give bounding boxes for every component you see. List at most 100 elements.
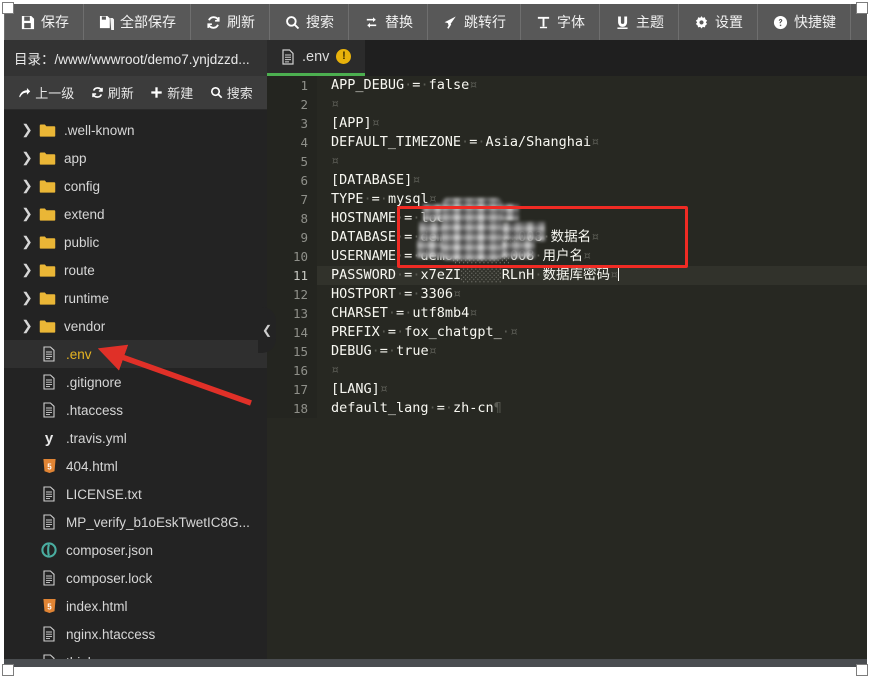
toolbar-button-goto-line[interactable]: 跳转行 <box>428 4 521 40</box>
tree-file-item[interactable]: composer.lock <box>4 564 267 592</box>
toolbar-label: 刷新 <box>227 12 255 32</box>
line-content: CHARSET·=·utf8mb4¤ <box>317 304 477 323</box>
panel-collapse-handle[interactable]: ❮ <box>258 307 276 353</box>
line-content: [LANG]¤ <box>317 380 388 399</box>
line-content: PREFIX·=·fox_chatgpt_·¤ <box>317 323 518 342</box>
line-number: 7 <box>267 190 317 209</box>
tree-folder-item[interactable]: ❯.well-known <box>4 116 267 144</box>
search-icon <box>284 14 300 30</box>
refresh-icon <box>91 86 104 99</box>
help-question-icon <box>772 14 788 30</box>
tree-item-label: config <box>64 179 100 194</box>
tree-file-item[interactable]: 5index.html <box>4 592 267 620</box>
folder-icon <box>38 233 56 251</box>
toolbar-button-save-all[interactable]: 全部保存 <box>84 4 191 40</box>
replace-icon <box>363 14 379 30</box>
tree-file-item[interactable]: MP_verify_b1oEskTwetIC8G... <box>4 508 267 536</box>
tab-env-file[interactable]: .env ! <box>267 40 365 76</box>
line-number: 18 <box>267 399 317 418</box>
chevron-right-icon[interactable]: ❯ <box>20 290 34 306</box>
tree-search-button[interactable]: 搜索 <box>210 83 253 102</box>
toolbar-button-settings[interactable]: 设置 <box>679 4 758 40</box>
tree-file-item[interactable]: .env <box>4 340 267 368</box>
toolbar-button-save[interactable]: 保存 <box>4 4 84 40</box>
toolbar-label: 设置 <box>715 12 743 32</box>
toolbar-button-shortcuts[interactable]: 快捷键 <box>758 4 851 40</box>
tree-item-label: LICENSE.txt <box>66 487 142 502</box>
code-line: 7TYPE·=·mysql¤ <box>267 190 867 209</box>
code-line: 15DEBUG·=·true¤ <box>267 342 867 361</box>
line-content: [DATABASE]¤ <box>317 171 420 190</box>
tree-refresh-label: 刷新 <box>108 83 134 102</box>
code-line: 1APP_DEBUG·=·false¤ <box>267 76 867 95</box>
up-level-label: 上一级 <box>35 83 74 102</box>
composer-icon <box>40 541 58 559</box>
resize-handle-top-right[interactable] <box>856 2 868 14</box>
yaml-y-icon: y <box>40 429 58 447</box>
tree-file-item[interactable]: LICENSE.txt <box>4 480 267 508</box>
new-file-button[interactable]: 新建 <box>150 83 193 102</box>
toolbar-label: 字体 <box>557 12 585 32</box>
chevron-right-icon[interactable]: ❯ <box>20 178 34 194</box>
code-line: 17[LANG]¤ <box>267 380 867 399</box>
up-level-button[interactable]: 上一级 <box>18 83 74 102</box>
tree-file-item[interactable]: y.travis.yml <box>4 424 267 452</box>
toolbar-label: 跳转行 <box>464 12 506 32</box>
folder-icon <box>38 261 56 279</box>
theme-icon <box>614 14 630 30</box>
tree-file-item[interactable]: .gitignore <box>4 368 267 396</box>
code-editor[interactable]: 1APP_DEBUG·=·false¤2¤3[APP]¤4DEFAULT_TIM… <box>267 76 867 667</box>
code-line: 12HOSTPORT·=·3306¤ <box>267 285 867 304</box>
resize-handle-top-left[interactable] <box>2 2 14 14</box>
toolbar-label: 主题 <box>636 12 664 32</box>
chevron-right-icon[interactable]: ❯ <box>20 318 34 334</box>
tree-folder-item[interactable]: ❯ config <box>4 172 267 200</box>
goto-line-icon <box>442 14 458 30</box>
toolbar-button-search[interactable]: 搜索 <box>270 4 349 40</box>
toolbar-button-replace[interactable]: 替换 <box>349 4 428 40</box>
tree-file-item[interactable]: .htaccess <box>4 396 267 424</box>
line-content: APP_DEBUG·=·false¤ <box>317 76 477 95</box>
tree-refresh-button[interactable]: 刷新 <box>91 83 134 102</box>
chevron-right-icon[interactable]: ❯ <box>20 150 34 166</box>
line-number: 8 <box>267 209 317 228</box>
toolbar-button-font[interactable]: 字体 <box>521 4 600 40</box>
toolbar-button-refresh[interactable]: 刷新 <box>191 4 270 40</box>
chevron-right-icon[interactable]: ❯ <box>20 122 34 138</box>
line-number: 12 <box>267 285 317 304</box>
resize-handle-bottom-right[interactable] <box>856 664 868 676</box>
folder-icon <box>38 205 56 223</box>
toolbar-button-theme[interactable]: 主题 <box>600 4 679 40</box>
tree-item-label: .gitignore <box>66 375 122 390</box>
new-file-label: 新建 <box>167 83 193 102</box>
file-doc-icon <box>40 401 58 419</box>
tree-folder-item[interactable]: ❯ extend <box>4 200 267 228</box>
tree-file-item[interactable]: composer.json <box>4 536 267 564</box>
line-content: USERNAME·=·demo░░░░░░░008·用户名¤ <box>317 247 591 266</box>
tree-item-label: extend <box>64 207 105 222</box>
resize-handle-bottom-left[interactable] <box>2 664 14 676</box>
tree-folder-item[interactable]: ❯app <box>4 144 267 172</box>
directory-path-bar[interactable]: 目录：/www/wwwroot/demo7.ynjdzzd... <box>4 40 267 76</box>
html5-icon: 5 <box>40 457 58 475</box>
tree-file-item[interactable]: nginx.htaccess <box>4 620 267 648</box>
svg-text:5: 5 <box>47 602 52 611</box>
tree-folder-item[interactable]: ❯runtime <box>4 284 267 312</box>
tree-file-item[interactable]: 5404.html <box>4 452 267 480</box>
arrow-up-level-icon <box>18 86 31 99</box>
file-doc-icon <box>40 345 58 363</box>
tree-folder-item[interactable]: ❯vendor <box>4 312 267 340</box>
code-line: 10USERNAME·=·demo░░░░░░░008·用户名¤ <box>267 247 867 266</box>
chevron-right-icon[interactable]: ❯ <box>20 262 34 278</box>
window-bottom-strip <box>4 659 867 667</box>
tree-folder-item[interactable]: ❯route <box>4 256 267 284</box>
unsaved-warning-badge: ! <box>336 49 351 64</box>
line-content: PASSWORD·=·x7eZI░░░░░RLnH·数据库密码¤ <box>317 266 619 285</box>
editor-panel: .env ! 1APP_DEBUG·=·false¤2¤3[APP]¤4DEFA… <box>267 40 867 667</box>
chevron-right-icon[interactable]: ❯ <box>20 234 34 250</box>
code-line: 2¤ <box>267 95 867 114</box>
toolbar-label: 保存 <box>41 12 69 32</box>
chevron-right-icon[interactable]: ❯ <box>20 206 34 222</box>
line-content: [APP]¤ <box>317 114 380 133</box>
tree-folder-item[interactable]: ❯public <box>4 228 267 256</box>
